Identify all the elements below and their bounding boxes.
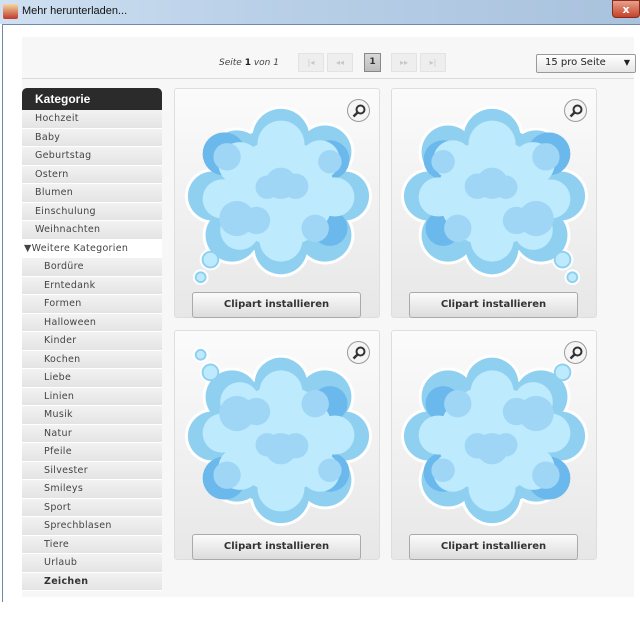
page-total: 1: [273, 58, 279, 68]
triangle-down-icon: ▼: [24, 242, 32, 254]
sidebar-subitem[interactable]: Urlaub: [22, 554, 162, 573]
app-icon: [3, 4, 18, 19]
zoom-icon[interactable]: [564, 99, 587, 122]
cloud-clipart-image: [398, 343, 592, 529]
page-of: von: [253, 58, 271, 68]
sidebar-subitem[interactable]: Halloween: [22, 313, 162, 332]
sidebar-subitem[interactable]: Pfeile: [22, 443, 162, 462]
sidebar-item-more-categories[interactable]: ▼Weitere Kategorien: [22, 239, 162, 258]
sidebar-subitem[interactable]: Smileys: [22, 480, 162, 499]
install-clipart-button[interactable]: Clipart installieren: [192, 534, 361, 560]
category-sidebar: Kategorie Hochzeit Baby Geburtstag Ostern Bl…: [22, 88, 162, 591]
sidebar-item-baby[interactable]: Baby: [22, 128, 162, 147]
install-clipart-button[interactable]: Clipart installieren: [409, 534, 578, 560]
install-clipart-button[interactable]: Clipart installieren: [192, 292, 361, 318]
sidebar-item-hochzeit[interactable]: Hochzeit: [22, 110, 162, 129]
page-prefix: Seite: [219, 58, 242, 68]
sidebar-subitem[interactable]: Bordüre: [22, 258, 162, 277]
sidebar-subitem[interactable]: Kochen: [22, 350, 162, 369]
install-clipart-button[interactable]: Clipart installieren: [409, 292, 578, 318]
sidebar-item-label: Weitere Kategorien: [31, 242, 129, 254]
last-page-button[interactable]: ▸|: [420, 53, 446, 72]
sidebar-subitem[interactable]: Kinder: [22, 332, 162, 351]
zoom-icon[interactable]: [347, 341, 370, 364]
sidebar-item-einschulung[interactable]: Einschulung: [22, 202, 162, 221]
sidebar-subitem[interactable]: Sport: [22, 498, 162, 517]
sidebar-item-blumen[interactable]: Blumen: [22, 184, 162, 203]
clipart-card: Clipart installieren: [391, 330, 597, 560]
sidebar-subitem[interactable]: Tiere: [22, 535, 162, 554]
sidebar-item-ostern[interactable]: Ostern: [22, 165, 162, 184]
clipart-card: Clipart installieren: [174, 88, 380, 318]
clipart-card: Clipart installieren: [391, 88, 597, 318]
sidebar-subitem[interactable]: Natur: [22, 424, 162, 443]
cloud-clipart-image: [398, 103, 592, 289]
clipart-card: Clipart installieren: [174, 330, 380, 560]
content-panel: Seite 1 von 1 |◂ ◂◂ 1 ▸▸ ▸| 15 pro Seite…: [22, 37, 636, 597]
sidebar-item-geburtstag[interactable]: Geburtstag: [22, 147, 162, 166]
first-page-button[interactable]: |◂: [298, 53, 324, 72]
sidebar-subitem[interactable]: Liebe: [22, 369, 162, 388]
sidebar-subitem[interactable]: Formen: [22, 295, 162, 314]
per-page-value: 15 pro Seite: [545, 57, 606, 68]
page-info: Seite 1 von 1: [219, 58, 279, 68]
chevron-down-icon: ▼: [623, 58, 630, 67]
page-1-button[interactable]: 1: [364, 53, 381, 72]
sidebar-subitem[interactable]: Linien: [22, 387, 162, 406]
sidebar-item-weihnachten[interactable]: Weihnachten: [22, 221, 162, 240]
per-page-select[interactable]: 15 pro Seite ▼: [536, 54, 636, 73]
sidebar-subitem[interactable]: Sprechblasen: [22, 517, 162, 536]
sidebar-header: Kategorie: [22, 88, 162, 110]
zoom-icon[interactable]: [347, 99, 370, 122]
page-current-text: 1: [244, 58, 251, 68]
close-button[interactable]: x: [612, 0, 640, 18]
cloud-clipart-image: [181, 343, 375, 529]
zoom-icon[interactable]: [564, 341, 587, 364]
window-title: Mehr herunterladen...: [22, 5, 128, 17]
prev-page-button[interactable]: ◂◂: [327, 53, 353, 72]
title-bar: Mehr herunterladen... x: [0, 0, 640, 24]
sidebar-subitem[interactable]: Zeichen: [22, 572, 162, 591]
cloud-clipart-image: [181, 103, 375, 289]
sidebar-subitem[interactable]: Musik: [22, 406, 162, 425]
pagination-bar: Seite 1 von 1 |◂ ◂◂ 1 ▸▸ ▸| 15 pro Seite…: [22, 37, 636, 79]
sidebar-subitem[interactable]: Silvester: [22, 461, 162, 480]
next-page-button[interactable]: ▸▸: [391, 53, 417, 72]
sidebar-subitem[interactable]: Erntedank: [22, 276, 162, 295]
